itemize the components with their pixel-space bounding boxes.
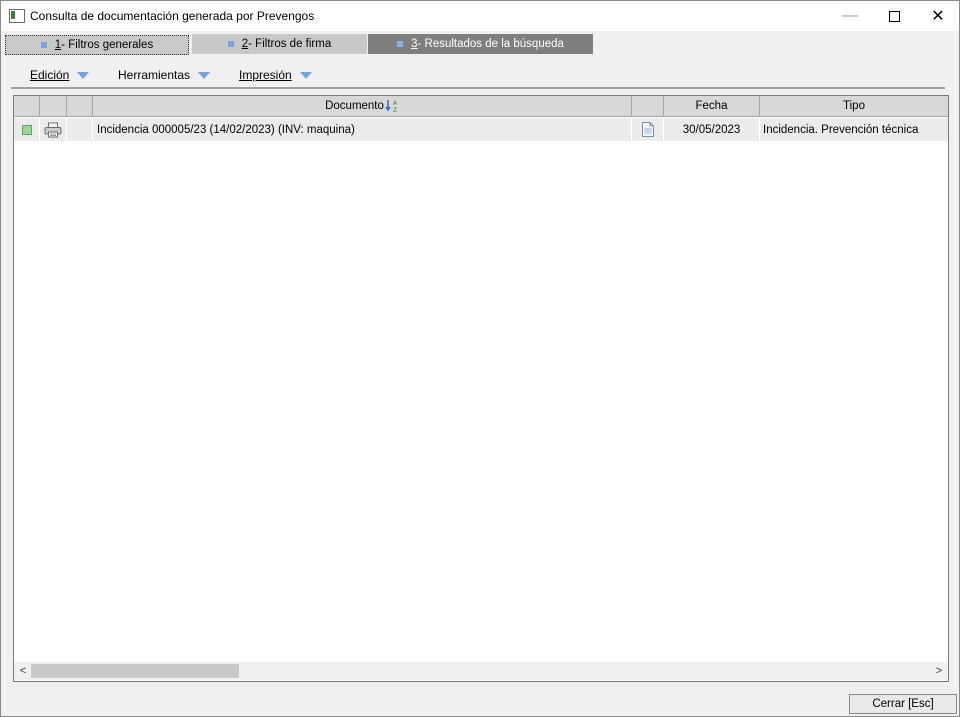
close-window-button[interactable]: ✕ <box>915 1 960 31</box>
main-window: Consulta de documentación generada por P… <box>0 0 960 717</box>
close-icon: ✕ <box>931 8 945 25</box>
header-fecha[interactable]: Fecha <box>664 96 760 117</box>
table-row[interactable]: Incidencia 000005/23 (14/02/2023) (INV: … <box>14 118 948 141</box>
minimize-button[interactable]: — <box>827 1 873 31</box>
tab-filtros-generales[interactable]: 1 - Filtros generales <box>5 35 189 55</box>
window-title: Consulta de documentación generada por P… <box>30 9 315 23</box>
tab-square-icon <box>227 41 234 47</box>
sort-az-icon: A Z <box>385 100 398 113</box>
maximize-icon <box>888 10 900 22</box>
scrollbar-thumb[interactable] <box>31 664 239 678</box>
row-blank-cell <box>67 118 93 141</box>
menu-herramientas[interactable]: Herramientas <box>118 68 211 82</box>
results-grid: Documento A Z Fecha Tipo Incidencia 0000… <box>13 95 949 682</box>
tab-resultados[interactable]: 3 - Resultados de la búsqueda <box>368 34 593 54</box>
minimize-icon: — <box>842 7 858 24</box>
printer-icon <box>44 122 62 137</box>
row-tipo[interactable]: Incidencia. Prevención técnica <box>760 118 948 141</box>
tab-square-icon <box>40 42 47 48</box>
scroll-right-icon[interactable]: > <box>932 664 946 678</box>
scroll-left-icon[interactable]: < <box>16 664 30 678</box>
row-select-cell[interactable] <box>14 118 40 141</box>
row-fecha[interactable]: 30/05/2023 <box>664 118 760 141</box>
maximize-button[interactable] <box>871 1 917 31</box>
toolbar: Edición Herramientas Impresión <box>11 63 945 89</box>
header-file[interactable] <box>632 96 664 117</box>
tab-filtros-firma[interactable]: 2 - Filtros de firma <box>192 34 367 54</box>
row-documento[interactable]: Incidencia 000005/23 (14/02/2023) (INV: … <box>93 118 632 141</box>
svg-text:Z: Z <box>393 107 397 113</box>
menu-edicion[interactable]: Edición <box>30 68 90 82</box>
chevron-down-icon <box>198 71 211 79</box>
tab-square-icon <box>397 41 404 47</box>
title-bar: Consulta de documentación generada por P… <box>1 1 959 31</box>
header-print[interactable] <box>40 96 67 117</box>
chevron-down-icon <box>77 71 90 79</box>
row-status-icon <box>21 124 32 135</box>
row-file-cell[interactable] <box>632 118 664 141</box>
svg-text:A: A <box>393 100 398 107</box>
header-tipo[interactable]: Tipo <box>760 96 948 117</box>
header-documento[interactable]: Documento A Z <box>93 96 632 117</box>
header-select[interactable] <box>14 96 40 117</box>
horizontal-scrollbar[interactable]: < > <box>14 662 948 680</box>
chevron-down-icon <box>299 71 312 79</box>
row-print-cell[interactable] <box>40 118 67 141</box>
cerrar-button[interactable]: Cerrar [Esc] <box>849 694 957 714</box>
app-icon <box>9 9 25 23</box>
document-icon <box>641 122 654 137</box>
header-blank[interactable] <box>67 96 93 117</box>
menu-impresion[interactable]: Impresión <box>239 68 312 82</box>
